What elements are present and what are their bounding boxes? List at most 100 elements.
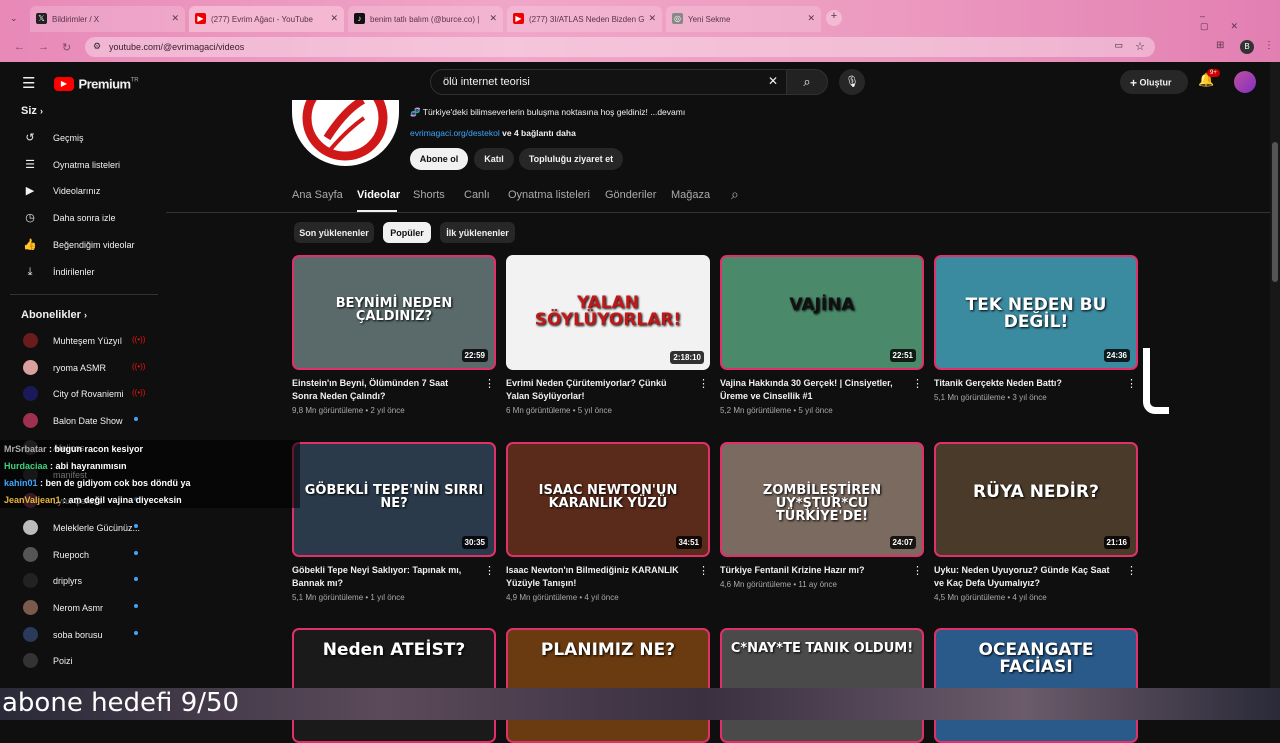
- subscription-item[interactable]: ryoma ASMR ((•)): [10, 355, 160, 381]
- video-title[interactable]: Evrimi Neden Çürütemiyorlar? Çünkü Yalan…: [506, 377, 684, 403]
- you-section-title[interactable]: Siz ›: [21, 105, 43, 117]
- browser-tab-4[interactable]: ▶ (277) 3I/ATLAS Neden Bizden G ✕: [507, 6, 662, 32]
- create-button[interactable]: + Oluştur: [1120, 70, 1188, 94]
- video-thumbnail[interactable]: YALAN SÖYLÜYORLAR! 2:18:10: [506, 255, 710, 370]
- address-bar[interactable]: ⚙ youtube.com/@evrimagaci/videos ☆ ▭: [85, 37, 1155, 57]
- tab-playlists[interactable]: Oynatma listeleri: [508, 189, 590, 201]
- chip-popular[interactable]: Popüler: [383, 222, 431, 243]
- tab-home[interactable]: Ana Sayfa: [292, 189, 343, 201]
- subscriptions-section-title[interactable]: Abonelikler ›: [21, 309, 87, 321]
- subscription-item[interactable]: Nerom Asmr: [10, 595, 160, 621]
- subscription-item[interactable]: soba borusu: [10, 622, 160, 648]
- account-avatar[interactable]: [1234, 71, 1256, 93]
- video-thumbnail[interactable]: PLANIMIZ NE?: [506, 628, 710, 743]
- more-options-icon[interactable]: ⋮: [1126, 564, 1137, 577]
- tab-videos[interactable]: Videolar: [357, 189, 400, 201]
- browser-menu-icon[interactable]: ⋮: [1264, 40, 1274, 51]
- video-meta: 4,6 Mn görüntüleme • 11 ay önce: [720, 580, 837, 589]
- video-title[interactable]: Türkiye Fentanil Krizine Hazır mı?: [720, 564, 898, 577]
- video-title[interactable]: Uyku: Neden Uyuyoruz? Günde Kaç Saat ve …: [934, 564, 1112, 590]
- more-options-icon[interactable]: ⋮: [698, 377, 709, 390]
- search-button[interactable]: ⌕: [786, 69, 828, 95]
- chip-latest[interactable]: Son yüklenenler: [294, 222, 374, 243]
- more-options-icon[interactable]: ⋮: [912, 564, 923, 577]
- more-options-icon[interactable]: ⋮: [484, 377, 495, 390]
- close-tab-icon[interactable]: ✕: [330, 13, 338, 24]
- subscription-item[interactable]: driplyrs: [10, 568, 160, 594]
- sidebar-item-history[interactable]: ↺ Geçmiş: [10, 125, 160, 151]
- subscription-item[interactable]: Ruepoch: [10, 542, 160, 568]
- close-tab-icon[interactable]: ✕: [171, 13, 179, 24]
- browser-tab-5[interactable]: ◎ Yeni Sekme ✕: [666, 6, 821, 32]
- tab-live[interactable]: Canlı: [464, 189, 490, 201]
- browser-tab-1[interactable]: 𝕏 Bildirimler / X ✕: [30, 6, 185, 32]
- reload-icon[interactable]: ↻: [62, 41, 71, 54]
- more-options-icon[interactable]: ⋮: [912, 377, 923, 390]
- subscription-item[interactable]: Balon Date Show: [10, 408, 160, 434]
- more-options-icon[interactable]: ⋮: [484, 564, 495, 577]
- new-tab-button[interactable]: +: [826, 10, 842, 26]
- sidebar-item-playlist[interactable]: ☰ Oynatma listeleri: [10, 152, 160, 178]
- chip-oldest[interactable]: İlk yüklenenler: [440, 222, 515, 243]
- more-options-icon[interactable]: ⋮: [698, 564, 709, 577]
- sidebar-item-video[interactable]: ▶ Videolarınız: [10, 178, 160, 204]
- video-thumbnail[interactable]: OCEANGATE FACİASI: [934, 628, 1138, 743]
- channel-links[interactable]: evrimagaci.org/destekol ve 4 bağlantı da…: [410, 128, 576, 138]
- profile-avatar[interactable]: B: [1240, 40, 1254, 54]
- voice-search-button[interactable]: 🎙: [839, 69, 865, 95]
- channel-search-icon[interactable]: ⌕: [731, 186, 739, 203]
- tab-shorts[interactable]: Shorts: [413, 189, 445, 201]
- page-scrollbar[interactable]: [1270, 62, 1280, 694]
- back-icon[interactable]: ←: [14, 41, 25, 53]
- video-title[interactable]: Vajina Hakkında 30 Gerçek! | Cinsiyetler…: [720, 377, 898, 403]
- close-tab-icon[interactable]: ✕: [807, 13, 815, 24]
- video-duration: 24:07: [889, 536, 916, 549]
- subscription-item[interactable]: Poizi: [10, 648, 160, 674]
- extensions-icon[interactable]: ⊞: [1216, 40, 1224, 51]
- more-options-icon[interactable]: ⋮: [1126, 377, 1137, 390]
- tab-store[interactable]: Mağaza: [671, 189, 710, 201]
- video-title[interactable]: Einstein'ın Beyni, Ölümünden 7 Saat Sonr…: [292, 377, 470, 403]
- subscribe-button[interactable]: Abone ol: [410, 148, 468, 170]
- subscription-item[interactable]: City of Rovaniemi ((•)): [10, 381, 160, 407]
- youtube-logo[interactable]: ▶ PremiumTR: [54, 75, 139, 91]
- video-title[interactable]: Titanik Gerçekte Neden Battı?: [934, 377, 1112, 390]
- video-meta: 5,1 Mn görüntüleme • 3 yıl önce: [934, 393, 1047, 402]
- close-tab-icon[interactable]: ✕: [489, 13, 497, 24]
- video-thumbnail[interactable]: C*NAY*TE TANIK OLDUM!: [720, 628, 924, 743]
- subscription-item[interactable]: Meleklerle Gücünüz...: [10, 515, 160, 541]
- scrollbar-thumb[interactable]: [1272, 142, 1278, 282]
- video-thumbnail[interactable]: GÖBEKLİ TEPE'NİN SIRRI NE? 30:35: [292, 442, 496, 557]
- browser-tab-3[interactable]: ♪ benim tatlı balım (@burce.co) | ✕: [348, 6, 503, 32]
- clear-search-icon[interactable]: ✕: [768, 74, 778, 88]
- video-thumbnail[interactable]: ISAAC NEWTON'UN KARANLIK YÜZÜ 34:51: [506, 442, 710, 557]
- search-input[interactable]: ölü internet teorisi ✕: [430, 69, 787, 95]
- close-tab-icon[interactable]: ✕: [648, 13, 656, 24]
- notifications-button[interactable]: 🔔 9+: [1198, 69, 1220, 88]
- bookmark-icon[interactable]: ☆: [1135, 40, 1145, 53]
- forward-icon[interactable]: →: [38, 41, 49, 53]
- window-controls[interactable]: –▢✕: [1200, 11, 1280, 32]
- site-info-icon[interactable]: ⚙: [93, 41, 101, 52]
- browser-tab-2[interactable]: ▶ (277) Evrim Ağacı - YouTube ✕: [189, 6, 344, 32]
- join-button[interactable]: Katıl: [474, 148, 514, 170]
- video-thumbnail[interactable]: BEYNİMİ NEDEN ÇALDINIZ? 22:59: [292, 255, 496, 370]
- tab-posts[interactable]: Gönderiler: [605, 189, 656, 201]
- video-thumbnail[interactable]: VAJİNA 22:51: [720, 255, 924, 370]
- video-title[interactable]: Göbekli Tepe Neyi Saklıyor: Tapınak mı, …: [292, 564, 470, 590]
- sidebar-item-download[interactable]: ⤓ İndirilenler: [10, 259, 160, 285]
- channel-avatar: [23, 386, 38, 402]
- visit-community-button[interactable]: Topluluğu ziyaret et: [519, 148, 623, 170]
- video-title[interactable]: Isaac Newton'ın Bilmediğiniz KARANLIK Yü…: [506, 564, 684, 590]
- menu-icon[interactable]: ☰: [22, 74, 35, 92]
- sidebar-item-thumbs-up[interactable]: 👍 Beğendiğim videolar: [10, 232, 160, 258]
- video-thumbnail[interactable]: TEK NEDEN BU DEĞİL! 24:36: [934, 255, 1138, 370]
- sidebar-item-clock[interactable]: ◷ Daha sonra izle: [10, 205, 160, 231]
- video-thumbnail[interactable]: Neden ATEİST?: [292, 628, 496, 743]
- channel-description[interactable]: 🧬 Türkiye'deki bilimseverlerin buluşma n…: [410, 107, 685, 118]
- video-thumbnail[interactable]: ZOMBİLEŞTİREN UY*ŞTUR*CU TÜRKİYE'DE! 24:0…: [720, 442, 924, 557]
- video-thumbnail[interactable]: RÜYA NEDİR? 21:16: [934, 442, 1138, 557]
- cast-icon[interactable]: ▭: [1114, 40, 1123, 51]
- channel-avatar: [23, 333, 38, 348]
- subscription-item[interactable]: Muhteşem Yüzyıl ((•)): [10, 328, 160, 354]
